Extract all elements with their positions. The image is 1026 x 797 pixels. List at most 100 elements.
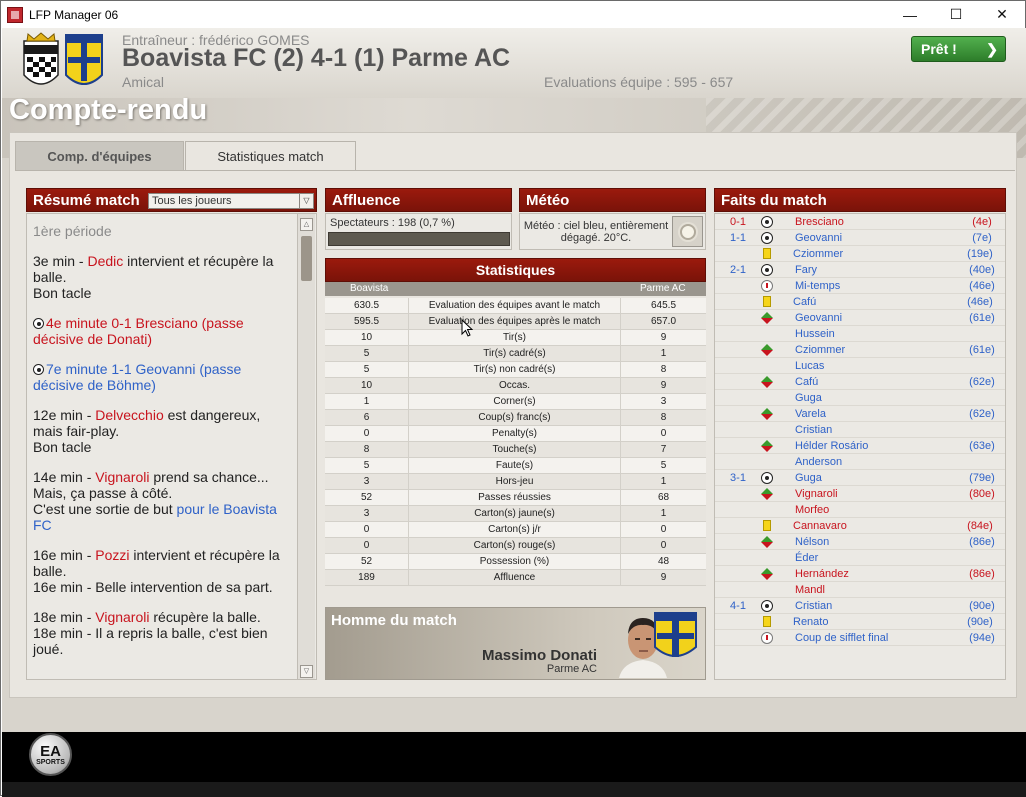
event-player: Fary [795, 263, 817, 276]
list-item: Varela (62e) [715, 406, 1005, 422]
list-item: 3-1 Guga (79e) [715, 470, 1005, 486]
player-filter-select[interactable]: Tous les joueurs ▽ [148, 193, 314, 209]
summary-title: Résumé match [33, 191, 140, 209]
minimize-button[interactable]: — [887, 1, 933, 28]
event-player: Cristian [795, 423, 833, 436]
list-item: Cannavaro (84e) [715, 518, 1005, 534]
table-row: 5 Tir(s) non cadré(s) 8 [325, 362, 706, 378]
away-value: 9 [660, 332, 667, 343]
event-player: Guga [795, 391, 822, 404]
club-crests-icon [23, 32, 103, 85]
weather-header: Météo [519, 188, 706, 212]
app-window: LFP Manager 06 — ☐ ✕ Entraîneur: frédér… [0, 0, 1026, 797]
stat-label: Tir(s) non cadré(s) [409, 362, 621, 377]
list-item: 12e min - Delvecchio est dangereux, mais… [33, 407, 261, 455]
event-minute: (4e) [972, 215, 992, 228]
away-team-label: Parme AC [640, 283, 686, 294]
table-row: 0 Carton(s) j/r 0 [325, 522, 706, 538]
ball-icon [761, 599, 773, 612]
blank-icon [761, 504, 773, 516]
match-events-header: Faits du match [714, 188, 1006, 212]
table-row: 8 Touche(s) 7 [325, 442, 706, 458]
title-bar: LFP Manager 06 — ☐ ✕ [1, 1, 1025, 28]
stat-label: Corner(s) [409, 394, 621, 409]
close-button[interactable]: ✕ [979, 1, 1025, 28]
list-item: Cristian [715, 422, 1005, 438]
away-value: 0 [660, 524, 667, 535]
match-header: Entraîneur : frédérico GOMES Boavista FC… [2, 28, 1026, 98]
away-value: 1 [660, 508, 667, 519]
away-value: 9 [660, 380, 667, 391]
substitution-icon [761, 567, 773, 580]
match-events-title: Faits du match [721, 191, 827, 209]
list-item: Mi-temps (46e) [715, 278, 1005, 294]
table-row: 3 Hors-jeu 1 [325, 474, 706, 490]
scroll-down-icon[interactable]: ▽ [300, 665, 313, 678]
attendance-text: Spectateurs : 198 (0,7 %) [330, 217, 455, 229]
event-score: 1-1 [730, 231, 746, 244]
table-row: 5 Faute(s) 5 [325, 458, 706, 474]
event-minute: (86e) [969, 567, 995, 580]
tab-match-statistics[interactable]: Statistiques match [185, 141, 356, 171]
scroll-thumb[interactable] [301, 236, 312, 281]
table-row: 3 Carton(s) jaune(s) 1 [325, 506, 706, 522]
statistics-header: Statistiques [325, 258, 706, 282]
list-item: Coup de sifflet final (94e) [715, 630, 1005, 646]
away-value: 9 [660, 572, 667, 583]
home-value: 5 [325, 458, 409, 473]
event-minute: (61e) [969, 343, 995, 356]
away-value: 1 [660, 348, 667, 359]
stat-label: Affluence [409, 570, 621, 585]
stat-label: Carton(s) j/r [409, 522, 621, 537]
home-value: 8 [325, 442, 409, 457]
event-minute: (90e) [967, 615, 993, 628]
substitution-icon [761, 375, 773, 388]
ball-icon [33, 364, 44, 375]
team-evaluations: Evaluations équipe : 595 - 657 [544, 74, 734, 90]
motm-club: Parme AC [546, 663, 597, 675]
table-row: 630.5 Evaluation des équipes avant le mat… [325, 298, 706, 314]
list-item: Cafú (62e) [715, 374, 1005, 390]
home-value: 0 [325, 426, 409, 441]
maximize-button[interactable]: ☐ [933, 1, 979, 28]
bottom-strip [2, 782, 1026, 797]
event-minute: (40e) [969, 263, 995, 276]
ready-label: Prêt ! [921, 41, 957, 57]
list-item: 18e min - Vignaroli récupère la balle. 18… [33, 609, 268, 657]
home-value: 10 [325, 378, 409, 393]
summary-scrollbar[interactable]: △ ▽ [297, 214, 315, 679]
table-row: 1 Corner(s) 3 [325, 394, 706, 410]
event-player: Geovanni [795, 231, 843, 244]
tab-team-composition[interactable]: Comp. d'équipes [15, 141, 184, 171]
blank-icon [761, 360, 773, 372]
stat-label: Evaluation des équipes avant le match [409, 298, 621, 313]
away-value: 8 [660, 412, 667, 423]
substitution-icon [761, 343, 773, 356]
chevron-down-icon[interactable]: ▽ [299, 194, 313, 208]
stat-label: Carton(s) jaune(s) [409, 506, 621, 521]
substitution-icon [761, 407, 773, 420]
attendance-header: Affluence [325, 188, 512, 212]
chevron-right-icon: ❯ [986, 41, 998, 57]
app-icon [7, 6, 23, 23]
list-item: 1-1 Geovanni (7e) [715, 230, 1005, 246]
yellow-card-icon [763, 520, 771, 531]
list-item: 4e minute 0-1 Bresciano (passe décisive … [33, 315, 244, 347]
event-minute: (19e) [967, 247, 993, 260]
stat-label: Hors-jeu [409, 474, 621, 489]
list-item: 2-1 Fary (40e) [715, 262, 1005, 278]
table-row: 189 Affluence 9 [325, 570, 706, 586]
table-row: 52 Passes réussies 68 [325, 490, 706, 506]
event-minute: (62e) [969, 375, 995, 388]
ready-button[interactable]: Prêt ! ❯ [911, 36, 1006, 62]
stat-label: Tir(s) cadré(s) [409, 346, 621, 361]
list-item: Nélson (86e) [715, 534, 1005, 550]
ball-icon [761, 215, 773, 228]
away-value: 8 [660, 364, 667, 375]
event-player: Cristian [795, 599, 833, 612]
list-item: Guga [715, 390, 1005, 406]
stat-label: Passes réussies [409, 490, 621, 505]
event-minute: (46e) [967, 295, 993, 308]
scroll-up-icon[interactable]: △ [300, 218, 313, 231]
list-item: Cziommer (19e) [715, 246, 1005, 262]
